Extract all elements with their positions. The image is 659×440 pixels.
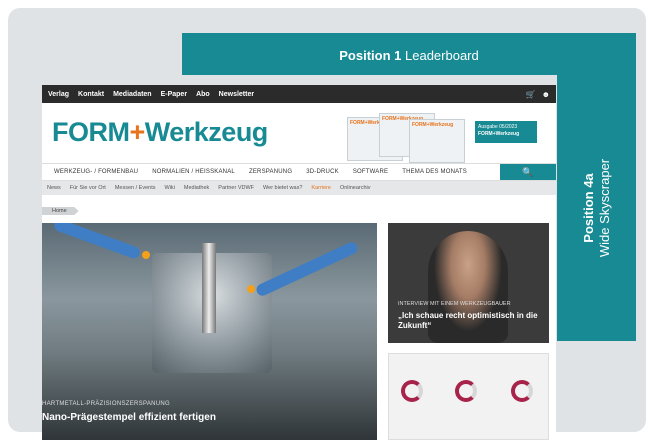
- hose-nozzle: [247, 285, 255, 293]
- nav-item-zerspanung[interactable]: ZERSPANUNG: [249, 169, 292, 175]
- issue-badge[interactable]: Ausgabe 05/2023 FORM+Werkzeug: [475, 121, 537, 143]
- coolant-hose: [52, 223, 142, 261]
- topbar-link-kontakt[interactable]: Kontakt: [78, 91, 104, 98]
- user-icon[interactable]: ☻: [542, 90, 550, 99]
- search-icon: 🔍: [522, 166, 534, 177]
- issue-brand: FORM+Werkzeug: [478, 131, 520, 137]
- sub-navigation: News Für Sie vor Ort Messen / Events Wik…: [42, 181, 556, 195]
- article-card[interactable]: [388, 353, 549, 440]
- hero-category: HARTMETALL-PRÄZISIONSZERSPANUNG: [42, 401, 170, 407]
- nav-item-3d-druck[interactable]: 3D-DRUCK: [306, 169, 339, 175]
- subnav-partner[interactable]: Partner VDWF: [218, 185, 254, 191]
- website-mockup: Verlag Kontakt Mediadaten E-Paper Abo Ne…: [42, 85, 556, 440]
- cart-icon[interactable]: 🛒: [526, 90, 536, 99]
- subnav-mediathek[interactable]: Mediathek: [184, 185, 209, 191]
- skyscraper-position: Position 4a: [580, 173, 596, 243]
- topbar-link-abo[interactable]: Abo: [196, 91, 210, 98]
- brand-row: FORM+Werkzeug FORM+Werkzeug FORM+Werkzeu…: [42, 103, 556, 163]
- top-bar: Verlag Kontakt Mediadaten E-Paper Abo Ne…: [42, 85, 556, 103]
- interview-title[interactable]: „Ich schaue recht optimistisch in die Zu…: [398, 311, 549, 331]
- nav-item-normalien[interactable]: NORMALIEN / HEISSKANAL: [152, 169, 235, 175]
- chart-donut: [401, 380, 423, 402]
- main-navigation: WERKZEUG- / FORMENBAU NORMALIEN / HEISSK…: [42, 163, 556, 181]
- topbar-link-newsletter[interactable]: Newsletter: [219, 91, 254, 98]
- nav-item-werkzeugbau[interactable]: WERKZEUG- / FORMENBAU: [54, 169, 138, 175]
- topbar-link-mediadaten[interactable]: Mediadaten: [113, 91, 152, 98]
- breadcrumb: Home: [42, 195, 556, 215]
- interview-category: INTERVIEW MIT EINEM WERKZEUGBAUER: [398, 301, 511, 307]
- leaderboard-position: Position 1: [339, 48, 402, 63]
- subnav-onlinearchiv[interactable]: Onlinearchiv: [340, 185, 371, 191]
- subnav-wer-bietet[interactable]: Wer bietet was?: [263, 185, 302, 191]
- leaderboard-ad-slot: Position 1 Leaderboard: [182, 33, 636, 75]
- subnav-karriere[interactable]: Karriere: [311, 185, 331, 191]
- hero-article[interactable]: HARTMETALL-PRÄZISIONSZERSPANUNG Nano-Prä…: [42, 223, 377, 440]
- chart-donut: [511, 380, 533, 402]
- cover-title: FORM+Werkzeug: [412, 122, 454, 128]
- nav-item-thema[interactable]: THEMA DES MONATS: [402, 169, 467, 175]
- magazine-covers[interactable]: FORM+Werkzeug FORM+Werkzeug FORM+Werkzeu…: [347, 113, 467, 163]
- topbar-link-verlag[interactable]: Verlag: [48, 91, 69, 98]
- search-button[interactable]: 🔍: [500, 164, 556, 180]
- site-logo[interactable]: FORM+Werkzeug: [52, 117, 268, 148]
- hero-title[interactable]: Nano-Prägestempel effizient fertigen: [42, 412, 216, 423]
- chart-donut: [455, 380, 477, 402]
- subnav-wiki[interactable]: Wiki: [165, 185, 175, 191]
- issue-line: Ausgabe 05/2023: [478, 124, 518, 130]
- subnav-messen[interactable]: Messen / Events: [115, 185, 156, 191]
- hose-nozzle: [142, 251, 150, 259]
- skyscraper-label: Wide Skyscraper: [596, 158, 612, 258]
- subnav-vor-ort[interactable]: Für Sie vor Ort: [70, 185, 106, 191]
- subnav-news[interactable]: News: [47, 185, 61, 191]
- interview-article[interactable]: INTERVIEW MIT EINEM WERKZEUGBAUER „Ich s…: [388, 223, 549, 343]
- nav-item-software[interactable]: SOFTWARE: [353, 169, 388, 175]
- leaderboard-label: Leaderboard: [405, 48, 479, 63]
- topbar-link-epaper[interactable]: E-Paper: [161, 91, 187, 98]
- skyscraper-ad-slot: Position 4a Wide Skyscraper: [557, 75, 636, 341]
- breadcrumb-home[interactable]: Home: [42, 207, 79, 215]
- machine-spindle: [202, 243, 216, 333]
